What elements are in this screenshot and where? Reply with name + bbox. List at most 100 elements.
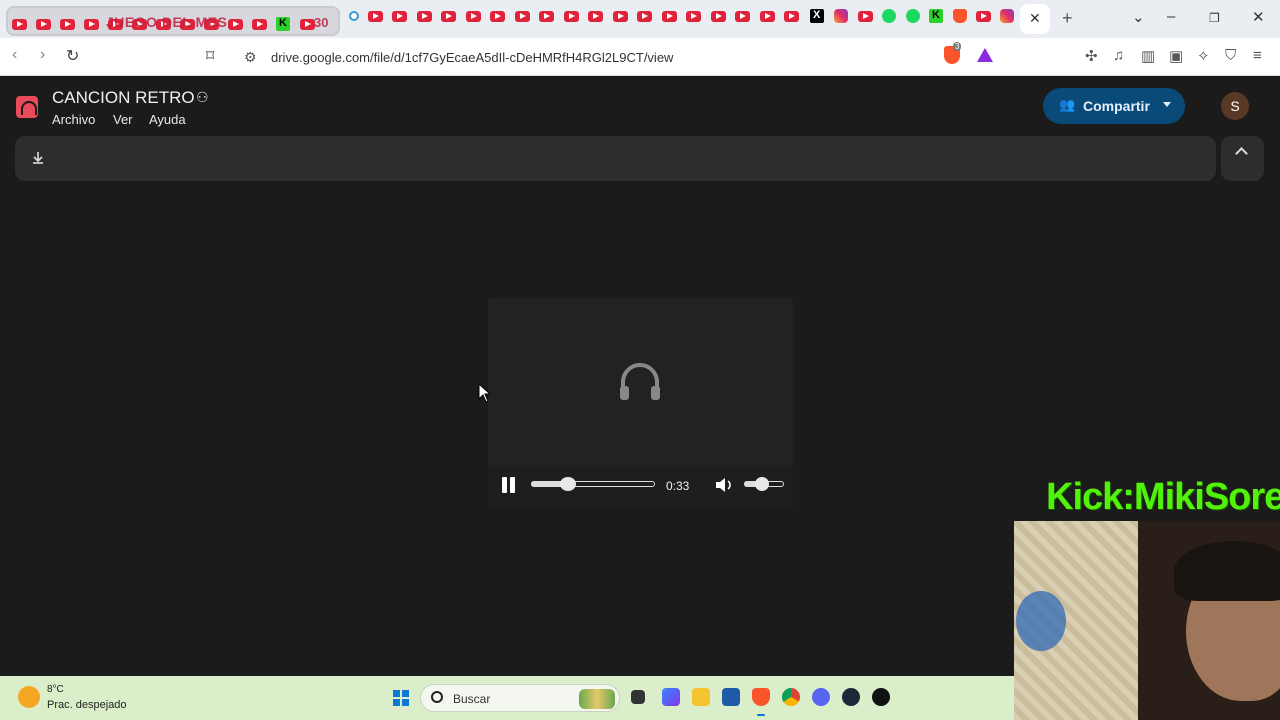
web-icon[interactable] — [349, 11, 359, 21]
restore-icon[interactable]: ❐ — [1209, 11, 1220, 25]
youtube-icon[interactable] — [12, 19, 27, 30]
youtube-icon[interactable] — [252, 19, 267, 30]
active-tab[interactable]: ✕ — [1020, 4, 1050, 34]
shared-icon: ⚇ — [196, 89, 209, 105]
menu-ver[interactable]: Ver — [113, 112, 133, 127]
weather-sun-icon[interactable] — [18, 686, 40, 708]
file-title[interactable]: CANCION RETRO — [52, 88, 195, 108]
tab-group[interactable]: K JUEGO DEL MES 30 — [6, 6, 340, 36]
youtube-icon[interactable] — [539, 11, 554, 22]
audio-player: 0:33 — [488, 298, 793, 508]
kick-icon[interactable]: K — [276, 17, 290, 31]
steam-icon[interactable] — [842, 688, 860, 706]
menu-ayuda[interactable]: Ayuda — [149, 112, 186, 127]
youtube-icon[interactable] — [36, 19, 51, 30]
minimize-icon[interactable]: – — [1167, 8, 1175, 25]
brave-taskbar-icon[interactable] — [752, 688, 770, 706]
extensions-icon[interactable]: ✣ — [1085, 47, 1101, 65]
url-text[interactable]: drive.google.com/file/d/1cf7GyEcaeA5dIl-… — [271, 50, 673, 65]
widgets-icon[interactable] — [662, 688, 680, 706]
windows-start-icon[interactable] — [393, 690, 409, 706]
new-tab-button[interactable]: + — [1062, 8, 1073, 29]
volume-thumb[interactable] — [755, 477, 769, 491]
chrome-icon[interactable] — [782, 688, 800, 706]
task-view-icon[interactable] — [631, 690, 645, 704]
browser-tab-strip: K JUEGO DEL MES 30 X K ✕ + ⌄ – ❐ ✕ — [0, 0, 1280, 38]
wallet-icon[interactable]: ▣ — [1169, 47, 1185, 65]
brave-icon[interactable] — [953, 9, 967, 23]
youtube-icon[interactable] — [711, 11, 726, 22]
seek-slider[interactable] — [531, 477, 655, 491]
collapse-button[interactable] — [1221, 136, 1264, 181]
chevron-up-icon — [1235, 147, 1248, 160]
youtube-icon[interactable] — [441, 11, 456, 22]
active-app-indicator — [757, 714, 765, 716]
youtube-icon[interactable] — [490, 11, 505, 22]
youtube-icon[interactable] — [368, 11, 383, 22]
youtube-icon[interactable] — [392, 11, 407, 22]
youtube-icon[interactable] — [760, 11, 775, 22]
youtube-icon[interactable] — [613, 11, 628, 22]
instagram-icon[interactable] — [834, 9, 848, 23]
share-dropdown-icon[interactable] — [1163, 102, 1171, 107]
kick-channel-overlay: Kick:MikiSorel — [1046, 476, 1280, 518]
site-settings-icon[interactable]: ⚙ — [244, 49, 257, 66]
youtube-icon[interactable] — [686, 11, 701, 22]
taskbar-search[interactable]: Buscar — [420, 684, 620, 712]
youtube-icon[interactable] — [515, 11, 530, 22]
search-icon — [431, 691, 443, 703]
avatar[interactable]: S — [1221, 92, 1249, 120]
brave-shields-icon[interactable]: 3 — [944, 42, 962, 64]
forward-icon[interactable]: › — [40, 46, 45, 64]
youtube-icon[interactable] — [417, 11, 432, 22]
youtube-icon[interactable] — [228, 19, 243, 30]
back-icon[interactable]: ‹ — [12, 46, 17, 64]
store-icon[interactable] — [722, 688, 740, 706]
close-tab-icon[interactable]: ✕ — [1029, 10, 1041, 27]
action-bar — [15, 136, 1216, 181]
instagram-icon[interactable] — [1000, 9, 1014, 23]
youtube-icon[interactable] — [60, 19, 75, 30]
menu-archivo[interactable]: Archivo — [52, 112, 95, 127]
youtube-icon[interactable] — [858, 11, 873, 22]
leo-ai-icon[interactable]: ✧ — [1197, 47, 1213, 65]
weather-description[interactable]: Prac. despejado — [47, 699, 127, 711]
youtube-icon[interactable] — [564, 11, 579, 22]
youtube-icon[interactable] — [784, 11, 799, 22]
youtube-icon[interactable] — [637, 11, 652, 22]
youtube-icon[interactable] — [662, 11, 677, 22]
volume-icon[interactable] — [714, 476, 734, 494]
discord-icon[interactable] — [812, 688, 830, 706]
spotify-icon[interactable] — [906, 9, 920, 23]
media-icon[interactable]: ♫ — [1113, 47, 1129, 64]
youtube-icon[interactable] — [84, 19, 99, 30]
pause-button[interactable] — [501, 476, 517, 494]
youtube-icon[interactable] — [300, 19, 315, 30]
youtube-icon[interactable] — [735, 11, 750, 22]
kick-icon[interactable]: K — [929, 9, 943, 23]
people-icon: 👥 — [1059, 97, 1076, 112]
current-time: 0:33 — [666, 479, 690, 493]
x-twitter-icon[interactable]: X — [810, 9, 824, 23]
weather-temperature[interactable]: 8°C — [47, 684, 64, 695]
seek-thumb[interactable] — [560, 477, 577, 491]
reload-icon[interactable]: ↻ — [66, 46, 79, 66]
tab-search-chevron-icon[interactable]: ⌄ — [1132, 8, 1145, 26]
youtube-icon[interactable] — [466, 11, 481, 22]
share-button[interactable]: 👥 Compartir — [1043, 88, 1185, 124]
spotify-icon[interactable] — [882, 9, 896, 23]
bookmark-icon[interactable]: ⌑ — [206, 46, 214, 66]
brave-rewards-icon[interactable] — [977, 48, 993, 62]
sidebar-icon[interactable]: ▥ — [1141, 47, 1157, 65]
vpn-icon[interactable]: ⛉ — [1225, 47, 1241, 64]
obs-icon[interactable] — [872, 688, 890, 706]
address-bar[interactable]: ⚙ drive.google.com/file/d/1cf7GyEcaeA5dI… — [236, 42, 1000, 72]
volume-slider[interactable] — [744, 477, 784, 491]
close-window-icon[interactable]: ✕ — [1252, 8, 1265, 26]
download-icon[interactable] — [30, 150, 46, 166]
youtube-icon[interactable] — [588, 11, 603, 22]
menu-icon[interactable]: ≡ — [1253, 47, 1269, 64]
audio-file-icon — [16, 96, 38, 118]
file-explorer-icon[interactable] — [692, 688, 710, 706]
youtube-icon[interactable] — [976, 11, 991, 22]
